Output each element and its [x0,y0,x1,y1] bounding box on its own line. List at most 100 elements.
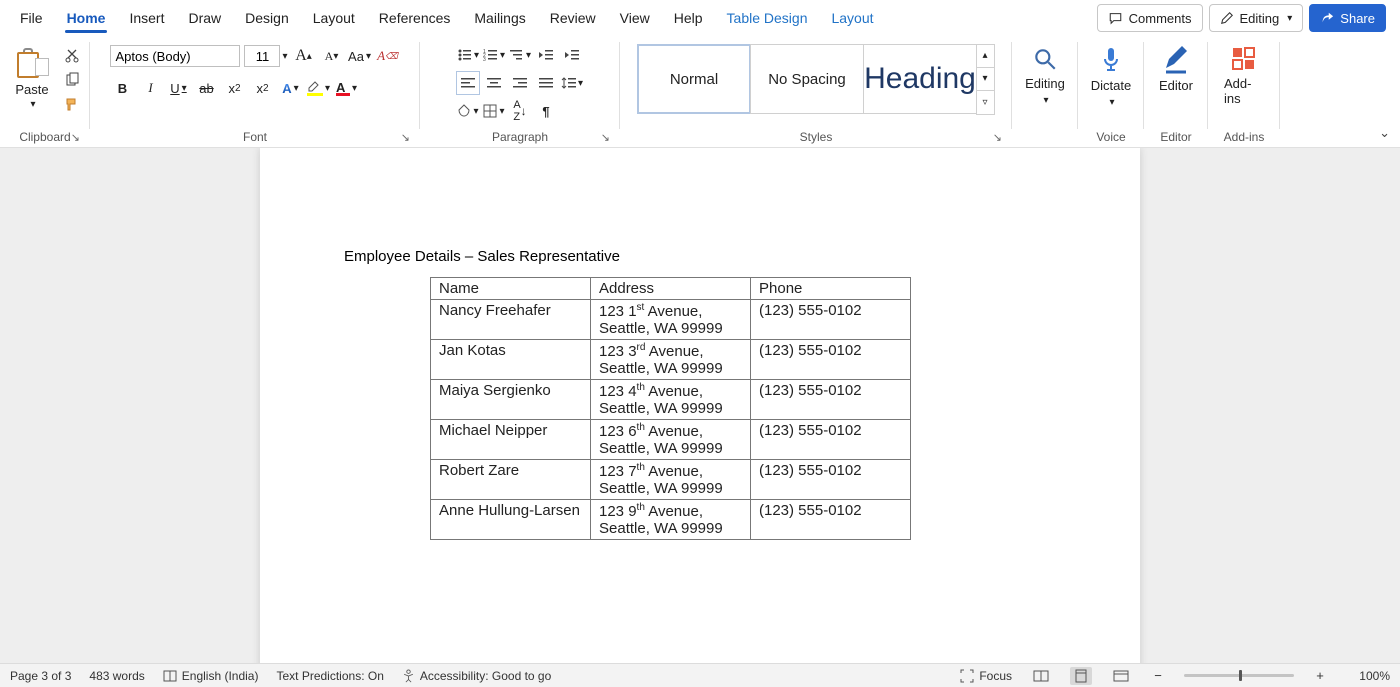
accessibility-status[interactable]: Accessibility: Good to go [402,669,551,683]
align-right-button[interactable] [509,72,531,94]
multilevel-list-button[interactable]: ▾ [509,44,531,66]
subscript-button[interactable]: x2 [222,76,246,100]
font-color-button[interactable]: A▾ [334,76,358,100]
editing-mode-button[interactable]: Editing ▾ [1209,4,1304,32]
tab-design[interactable]: Design [233,0,301,36]
borders-button[interactable]: ▾ [483,100,505,122]
cell-phone[interactable]: (123) 555-0102 [751,420,911,460]
table-row[interactable]: Jan Kotas123 3rd Avenue,Seattle, WA 9999… [431,340,911,380]
editor-button[interactable]: Editor [1149,40,1203,114]
col-phone[interactable]: Phone [751,278,911,300]
paragraph-launcher[interactable]: ↘ [601,131,610,144]
web-layout-button[interactable] [1110,667,1132,685]
cell-phone[interactable]: (123) 555-0102 [751,500,911,540]
paste-button[interactable]: Paste ▾ [8,40,56,110]
tab-review[interactable]: Review [538,0,608,36]
shading-button[interactable]: ▾ [457,100,479,122]
tab-file[interactable]: File [8,0,55,36]
tab-draw[interactable]: Draw [176,0,233,36]
styles-scroll-up[interactable]: ▴ [976,45,994,68]
addins-button[interactable]: Add-ins [1214,40,1274,114]
table-row[interactable]: Maiya Sergienko123 4th Avenue,Seattle, W… [431,380,911,420]
cell-address[interactable]: 123 7th Avenue,Seattle, WA 99999 [591,460,751,500]
text-effects-button[interactable]: A▾ [278,76,302,100]
cell-name[interactable]: Robert Zare [431,460,591,500]
dictate-button[interactable]: Dictate▾ [1081,40,1141,114]
zoom-level[interactable]: 100% [1346,669,1390,683]
cell-name[interactable]: Jan Kotas [431,340,591,380]
numbering-button[interactable]: 123▾ [483,44,505,66]
style-normal[interactable]: Normal [637,44,751,114]
underline-button[interactable]: U▾ [166,76,190,100]
tab-table-layout[interactable]: Layout [819,0,885,36]
grow-font-button[interactable]: A▴ [292,44,316,68]
comments-button[interactable]: Comments [1097,4,1203,32]
tab-home[interactable]: Home [55,0,118,36]
font-name-input[interactable] [110,45,240,67]
decrease-indent-button[interactable] [535,44,557,66]
zoom-in-button[interactable]: + [1312,668,1328,683]
style-heading1[interactable]: Heading [863,44,977,114]
cut-button[interactable] [62,46,82,66]
align-left-button[interactable] [457,72,479,94]
cell-phone[interactable]: (123) 555-0102 [751,340,911,380]
italic-button[interactable]: I [138,76,162,100]
font-launcher[interactable]: ↘ [401,131,410,144]
tab-layout[interactable]: Layout [301,0,367,36]
table-header-row[interactable]: Name Address Phone [431,278,911,300]
zoom-thumb[interactable] [1239,670,1242,681]
page-indicator[interactable]: Page 3 of 3 [10,669,71,683]
bold-button[interactable]: B [110,76,134,100]
collapse-ribbon-button[interactable]: ⌄ [1379,125,1390,141]
cell-address[interactable]: 123 9th Avenue,Seattle, WA 99999 [591,500,751,540]
font-size-input[interactable] [244,45,280,67]
tab-help[interactable]: Help [662,0,715,36]
sort-button[interactable]: AZ↓ [509,100,531,122]
clipboard-launcher[interactable]: ↘ [71,131,80,144]
clear-formatting-button[interactable]: A⌫ [376,44,400,68]
tab-insert[interactable]: Insert [117,0,176,36]
col-address[interactable]: Address [591,278,751,300]
tab-mailings[interactable]: Mailings [462,0,537,36]
cell-name[interactable]: Anne Hullung-Larsen [431,500,591,540]
zoom-slider[interactable] [1184,674,1294,677]
col-name[interactable]: Name [431,278,591,300]
share-button[interactable]: Share [1309,4,1386,32]
word-count[interactable]: 483 words [89,669,144,683]
cell-address[interactable]: 123 4th Avenue,Seattle, WA 99999 [591,380,751,420]
cell-address[interactable]: 123 3rd Avenue,Seattle, WA 99999 [591,340,751,380]
language-indicator[interactable]: English (India) [163,669,259,683]
text-predictions[interactable]: Text Predictions: On [276,669,383,683]
page[interactable]: Employee Details – Sales Representative … [260,148,1140,663]
tab-view[interactable]: View [608,0,662,36]
cell-name[interactable]: Nancy Freehafer [431,300,591,340]
highlight-button[interactable]: ▾ [306,76,330,100]
cell-phone[interactable]: (123) 555-0102 [751,300,911,340]
table-row[interactable]: Anne Hullung-Larsen123 9th Avenue,Seattl… [431,500,911,540]
zoom-out-button[interactable]: − [1150,668,1166,683]
table-row[interactable]: Michael Neipper123 6th Avenue,Seattle, W… [431,420,911,460]
style-no-spacing[interactable]: No Spacing [750,44,864,114]
cell-address[interactable]: 123 1st Avenue,Seattle, WA 99999 [591,300,751,340]
document-canvas[interactable]: Employee Details – Sales Representative … [0,148,1400,663]
format-painter-button[interactable] [62,94,82,114]
focus-mode-button[interactable]: Focus [960,669,1012,683]
employee-table[interactable]: Name Address Phone Nancy Freehafer123 1s… [430,277,911,540]
chevron-down-icon[interactable]: ▾ [282,51,287,62]
justify-button[interactable] [535,72,557,94]
bullets-button[interactable]: ▾ [457,44,479,66]
strikethrough-button[interactable]: ab [194,76,218,100]
cell-phone[interactable]: (123) 555-0102 [751,380,911,420]
line-spacing-button[interactable]: ▾ [561,72,583,94]
cell-address[interactable]: 123 6th Avenue,Seattle, WA 99999 [591,420,751,460]
change-case-button[interactable]: Aa▾ [348,44,372,68]
styles-launcher[interactable]: ↘ [993,131,1002,144]
document-heading[interactable]: Employee Details – Sales Representative [344,248,1056,265]
table-row[interactable]: Nancy Freehafer123 1st Avenue,Seattle, W… [431,300,911,340]
cell-name[interactable]: Michael Neipper [431,420,591,460]
copy-button[interactable] [62,70,82,90]
cell-name[interactable]: Maiya Sergienko [431,380,591,420]
superscript-button[interactable]: x2 [250,76,274,100]
styles-scroll-down[interactable]: ▾ [976,68,994,91]
editing-button[interactable]: Editing▾ [1015,40,1075,114]
